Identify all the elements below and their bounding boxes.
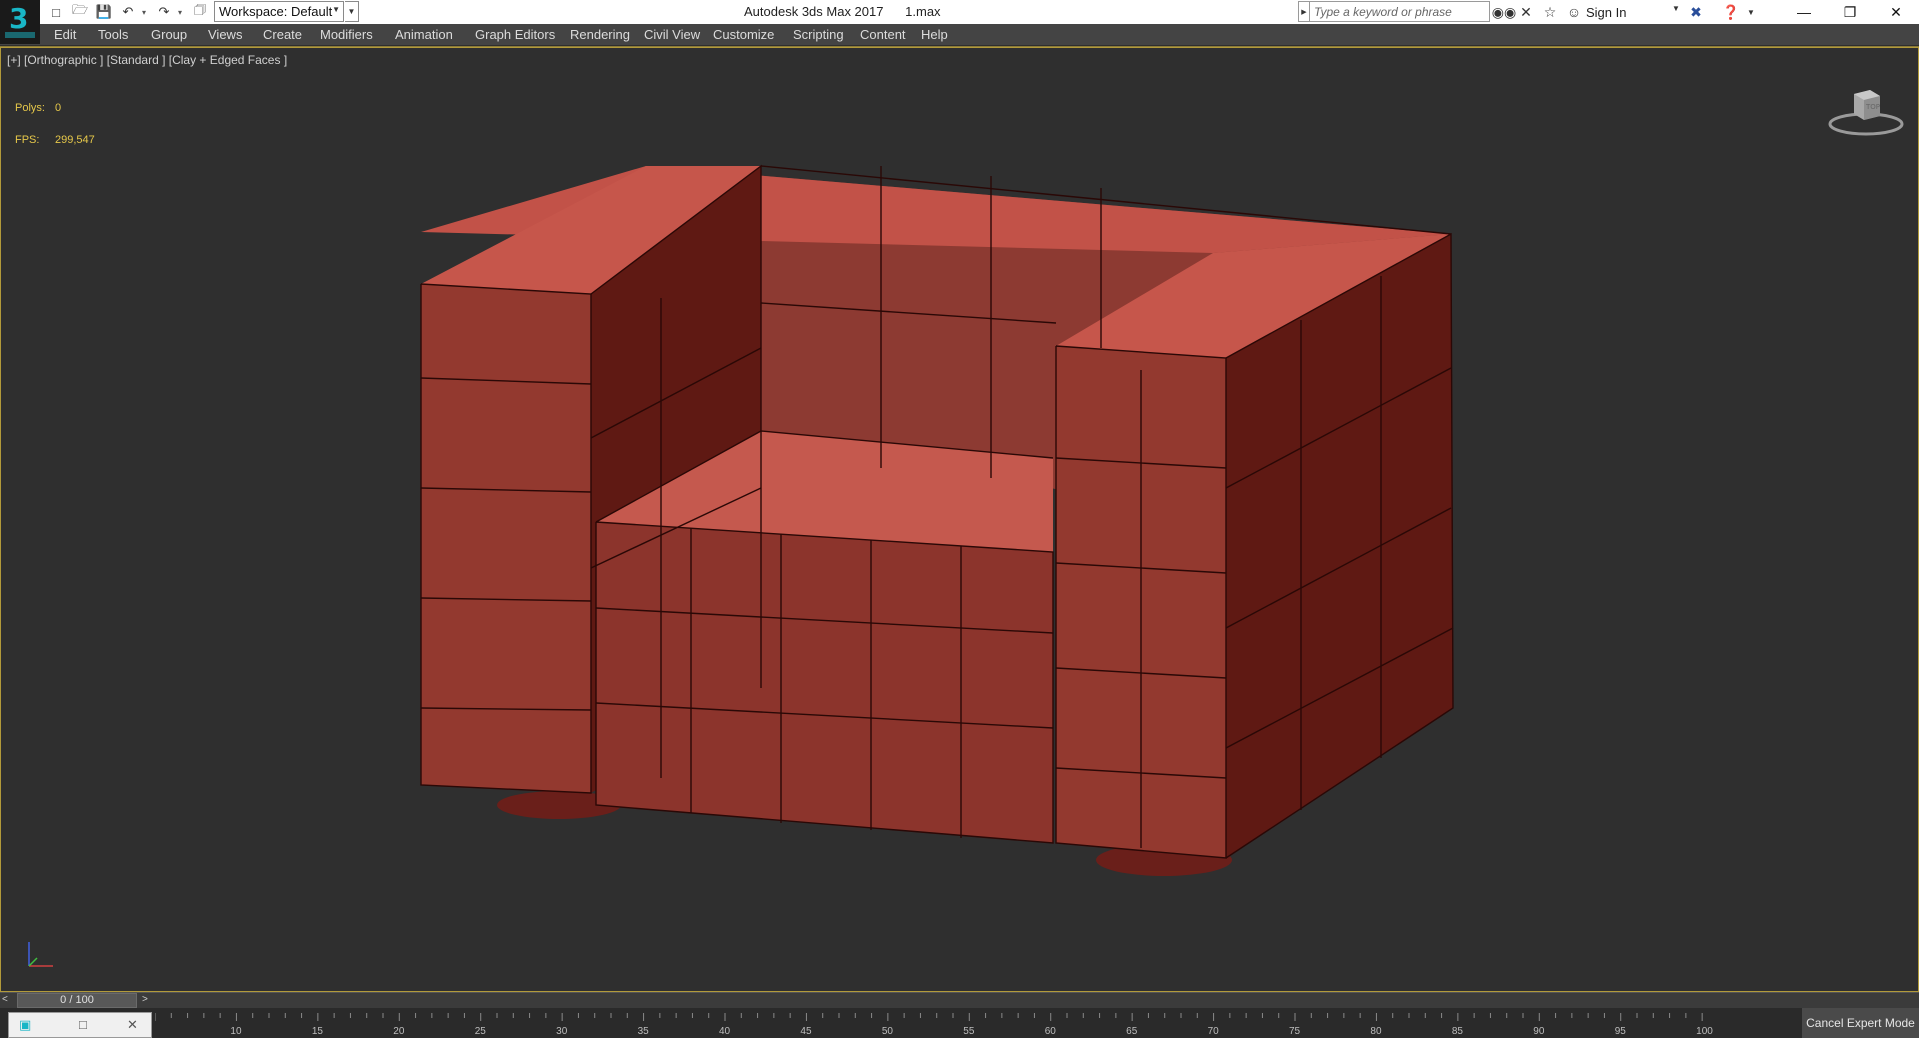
seat-front — [596, 522, 1053, 843]
menu-modifiers[interactable]: Modifiers — [320, 27, 373, 42]
taskbar-maximize-icon[interactable]: □ — [79, 1017, 87, 1032]
track-bar[interactable]: ▣ □ ✕ 10 15 20 25 30 35 40 45 50 55 60 65 70 75 80 85 90… — [0, 1008, 1919, 1038]
time-slider[interactable]: < 0 / 100 > — [0, 992, 1919, 1008]
axis-tripod-icon — [28, 942, 53, 967]
sign-in-dropdown-icon[interactable]: ▼ — [1672, 4, 1680, 13]
menu-civil-view[interactable]: Civil View — [644, 27, 700, 42]
ruler-label: 65 — [1126, 1026, 1138, 1037]
chevron-down-icon: ▼ — [332, 5, 340, 14]
ruler-label: 55 — [963, 1026, 975, 1037]
menu-rendering[interactable]: Rendering — [570, 27, 630, 42]
app-menu-button[interactable]: 3 — [0, 0, 40, 44]
ruler-label: 80 — [1370, 1026, 1382, 1037]
ruler-labels: 10 15 20 25 30 35 40 45 50 55 60 65 70 75 80 85 90 95 100 — [230, 1026, 1713, 1037]
restore-button[interactable]: ❐ — [1827, 0, 1873, 24]
ruler-label: 10 — [230, 1026, 242, 1037]
cancel-expert-mode-button[interactable]: Cancel Expert Mode — [1802, 1008, 1919, 1038]
app-logo-underline — [5, 32, 35, 38]
user-icon[interactable]: ☺ — [1564, 2, 1584, 22]
perspective-viewport[interactable]: [+] [Orthographic ] [Standard ] [Clay + … — [0, 47, 1919, 992]
menu-help[interactable]: Help — [921, 27, 948, 42]
ruler-label: 20 — [393, 1026, 405, 1037]
title-bar: 3 □ 🗁 💾 ↶ ▾ ↷ ▾ 🗇 Workspace: Default ▼ ▼… — [0, 0, 1919, 44]
ruler-label: 35 — [638, 1026, 650, 1037]
ruler-label: 85 — [1452, 1026, 1464, 1037]
ruler-label: 70 — [1208, 1026, 1220, 1037]
time-slider-handle[interactable]: 0 / 100 — [17, 993, 137, 1008]
help-dropdown-icon[interactable]: ▼ — [1741, 2, 1761, 22]
customize-quick-access-icon[interactable]: ▼ — [345, 1, 359, 22]
menu-views[interactable]: Views — [208, 27, 242, 42]
workspace-selector[interactable]: Workspace: Default ▼ — [214, 1, 344, 22]
menu-bar: Edit Tools Group Views Create Modifiers … — [0, 24, 1919, 46]
menu-customize[interactable]: Customize — [713, 27, 774, 42]
menu-graph-editors[interactable]: Graph Editors — [475, 27, 555, 42]
menu-create[interactable]: Create — [263, 27, 302, 42]
workspace-label: Workspace: Default — [219, 4, 333, 19]
taskbar-3dsmax-icon: ▣ — [19, 1017, 32, 1032]
ruler-label: 50 — [882, 1026, 894, 1037]
binoculars-icon[interactable]: ◉◉ — [1492, 2, 1516, 22]
sign-in-button[interactable]: Sign In — [1586, 5, 1626, 20]
minimize-button[interactable]: — — [1781, 0, 1827, 24]
search-input[interactable]: Type a keyword or phrase — [1309, 1, 1490, 22]
redo-icon[interactable]: ↷ — [154, 2, 174, 22]
ruler-ticks — [155, 1013, 1703, 1021]
project-icon[interactable]: 🗇 — [190, 2, 210, 22]
ruler-label: 25 — [475, 1026, 487, 1037]
armchair-mesh[interactable] — [1, 48, 1918, 991]
menu-content[interactable]: Content — [860, 27, 906, 42]
exchange-icon[interactable]: ✕ — [1516, 2, 1536, 22]
menu-edit[interactable]: Edit — [54, 27, 76, 42]
undo-icon[interactable]: ↶ — [118, 2, 138, 22]
ruler-label: 30 — [556, 1026, 568, 1037]
x-close-app-icon[interactable]: ✖ — [1686, 2, 1706, 22]
quick-access-toolbar: □ 🗁 💾 ↶ ▾ ↷ ▾ 🗇 — [46, 2, 210, 22]
help-icon[interactable]: ❓ — [1721, 2, 1741, 22]
ruler-label: 100 — [1696, 1026, 1713, 1037]
window-title: Autodesk 3ds Max 2017 1.max — [744, 4, 941, 19]
left-arm-front — [421, 284, 591, 793]
favorites-star-icon[interactable]: ☆ — [1540, 2, 1560, 22]
menu-tools[interactable]: Tools — [98, 27, 128, 42]
time-next-button[interactable]: > — [142, 994, 156, 1008]
frame-ruler[interactable]: 10 15 20 25 30 35 40 45 50 55 60 65 70 75 80 85 90 95 100 — [155, 1013, 1750, 1038]
undo-dropdown-icon[interactable]: ▾ — [142, 8, 150, 17]
close-button[interactable]: ✕ — [1873, 0, 1919, 24]
new-file-icon[interactable]: □ — [46, 2, 66, 22]
taskbar-close-icon[interactable]: ✕ — [127, 1017, 138, 1033]
search-expand-icon[interactable]: ▶ — [1298, 1, 1309, 22]
ruler-label: 45 — [800, 1026, 812, 1037]
ruler-label: 60 — [1045, 1026, 1057, 1037]
time-prev-button[interactable]: < — [2, 994, 16, 1008]
ruler-label: 95 — [1615, 1026, 1627, 1037]
open-file-icon[interactable]: 🗁 — [70, 2, 90, 22]
ruler-label: 90 — [1533, 1026, 1545, 1037]
ruler-label: 15 — [312, 1026, 324, 1037]
menu-group[interactable]: Group — [151, 27, 187, 42]
ruler-label: 75 — [1289, 1026, 1301, 1037]
menu-animation[interactable]: Animation — [395, 27, 453, 42]
save-icon[interactable]: 💾 — [94, 2, 114, 22]
taskbar-thumbnail[interactable]: ▣ □ ✕ — [8, 1012, 152, 1038]
redo-dropdown-icon[interactable]: ▾ — [178, 8, 186, 17]
ruler-label: 40 — [719, 1026, 731, 1037]
app-logo-icon: 3 — [9, 2, 29, 35]
menu-scripting[interactable]: Scripting — [793, 27, 844, 42]
